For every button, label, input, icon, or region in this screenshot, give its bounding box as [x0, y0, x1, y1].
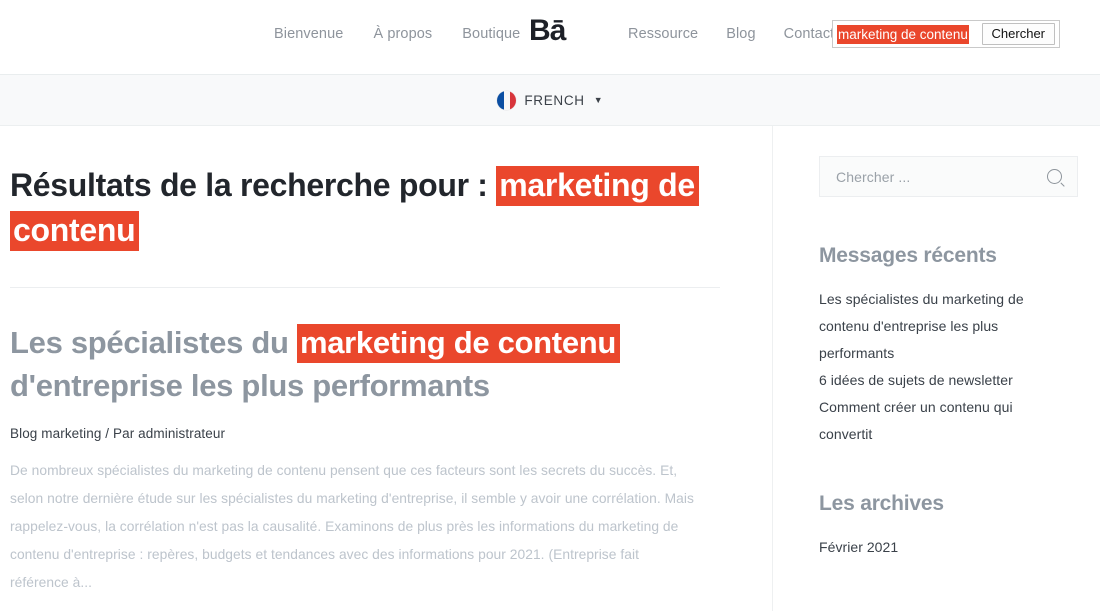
french-flag-icon — [497, 90, 517, 110]
sidebar: Chercher ... Messages récents Les spécia… — [773, 126, 1100, 611]
page-title-prefix: Résultats de la recherche pour : — [10, 167, 488, 203]
page-title: Résultats de la recherche pour : marketi… — [10, 163, 710, 253]
header-search-input-value: marketing de contenu — [837, 24, 969, 44]
post-title-highlight: marketing de contenu — [296, 324, 621, 363]
site-logo[interactable]: Bā — [529, 16, 566, 46]
nav-item-a-propos[interactable]: À propos — [373, 26, 432, 42]
post-excerpt: De nombreux spécialistes du marketing de… — [10, 463, 694, 590]
site-header: Bienvenue À propos Boutique Bā Ressource… — [0, 0, 1100, 75]
sidebar-recent-posts-list: Les spécialistes du marketing de contenu… — [819, 286, 1078, 448]
nav-item-blog[interactable]: Blog — [726, 26, 755, 42]
post-title-link[interactable]: Les spécialistes du marketing de contenu… — [10, 321, 710, 407]
list-item[interactable]: Comment créer un contenu qui convertit — [819, 394, 1069, 448]
post-meta: Blog marketing / Par administrateur — [10, 426, 226, 441]
chevron-down-icon[interactable]: ▼ — [594, 95, 603, 105]
sidebar-archives-heading: Les archives — [819, 492, 944, 515]
nav-item-bienvenue[interactable]: Bienvenue — [274, 26, 343, 42]
section-divider — [10, 287, 720, 288]
header-search-form: marketing de contenu Chercher — [832, 20, 1060, 48]
list-item[interactable]: Les spécialistes du marketing de contenu… — [819, 286, 1069, 367]
nav-item-ressource[interactable]: Ressource — [628, 26, 698, 42]
language-bar: FRENCH ▼ — [0, 75, 1100, 126]
post-title-after: d'entreprise les plus performants — [10, 368, 490, 403]
nav-item-contact[interactable]: Contact — [784, 26, 835, 42]
primary-nav-right: Ressource Blog Contact — [628, 26, 834, 42]
header-search-input[interactable]: marketing de contenu — [833, 21, 982, 47]
header-search-submit-button[interactable]: Chercher — [981, 23, 1055, 45]
nav-item-boutique[interactable]: Boutique — [462, 26, 520, 42]
post-title-before: Les spécialistes du — [10, 325, 289, 360]
language-selector-label[interactable]: FRENCH — [524, 93, 584, 108]
page-body: Résultats de la recherche pour : marketi… — [0, 126, 1100, 611]
primary-nav-left: Bienvenue À propos Boutique — [274, 26, 520, 42]
sidebar-recent-posts-heading: Messages récents — [819, 244, 997, 267]
main-content: Résultats de la recherche pour : marketi… — [0, 126, 773, 611]
list-item[interactable]: 6 idées de sujets de newsletter — [819, 367, 1069, 394]
search-icon[interactable] — [1047, 169, 1062, 184]
sidebar-search-input[interactable]: Chercher ... — [819, 156, 1078, 197]
sidebar-search-placeholder: Chercher ... — [836, 168, 911, 185]
